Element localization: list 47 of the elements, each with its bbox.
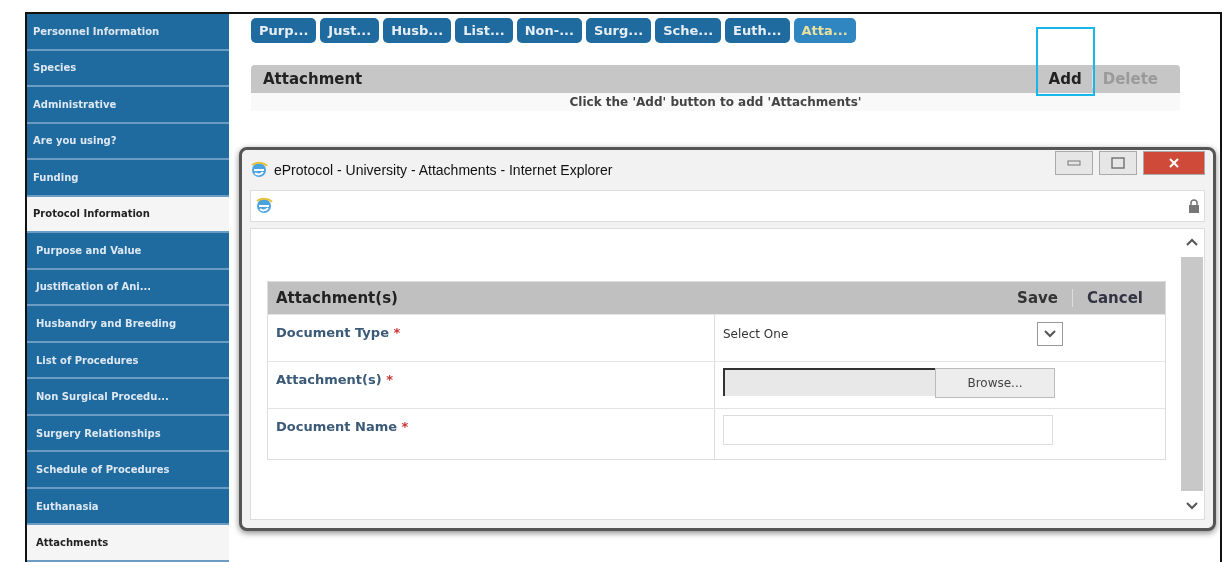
- form-title: Attachment(s): [276, 289, 399, 307]
- field-label: Document Type *: [268, 315, 715, 361]
- browse-button[interactable]: Browse...: [935, 368, 1055, 398]
- tab[interactable]: Atta...: [793, 18, 856, 43]
- sidebar-item[interactable]: Surgery Relationships: [27, 415, 229, 453]
- sidebar-item[interactable]: Justification of Ani...: [27, 269, 229, 307]
- tab[interactable]: Surg...: [586, 18, 652, 43]
- hint-message: Click the 'Add' button to add 'Attachments': [251, 93, 1180, 111]
- dropdown-caret-icon[interactable]: [1037, 322, 1063, 346]
- sidebar-item[interactable]: Administrative: [27, 87, 229, 124]
- add-link[interactable]: Add: [1038, 70, 1093, 88]
- page-icon: [255, 197, 273, 215]
- sidebar-item[interactable]: Species: [27, 50, 229, 88]
- tab[interactable]: Sche...: [655, 18, 722, 43]
- tab[interactable]: Purp...: [251, 18, 317, 43]
- scroll-down-icon[interactable]: [1185, 501, 1199, 511]
- chevron-down-icon[interactable]: [1043, 329, 1057, 339]
- sidebar-item[interactable]: Schedule of Procedures: [27, 452, 229, 489]
- tab[interactable]: Euth...: [725, 18, 790, 43]
- sidebar-item[interactable]: Protocol Information: [27, 196, 229, 234]
- document-type-select[interactable]: Select One: [723, 321, 1063, 347]
- scroll-up-icon[interactable]: [1185, 237, 1199, 247]
- lock-icon: [1188, 199, 1200, 213]
- sidebar-item[interactable]: Personnel Information: [27, 14, 229, 51]
- tab[interactable]: Husb...: [383, 18, 452, 43]
- browser-icon: [250, 161, 268, 179]
- sidebar-item[interactable]: Purpose and Value: [27, 233, 229, 270]
- sidebar-item[interactable]: Husbandry and Breeding: [27, 306, 229, 343]
- document-name-field[interactable]: [723, 415, 1053, 445]
- section-title: Attachment: [263, 70, 364, 88]
- close-icon[interactable]: [1143, 151, 1205, 175]
- save-link[interactable]: Save: [1003, 289, 1072, 307]
- sidebar-item[interactable]: Non Surgical Procedu...: [27, 379, 229, 416]
- file-path-field[interactable]: [723, 368, 935, 396]
- sidebar-item[interactable]: Euthanasia: [27, 488, 229, 526]
- sidebar-item[interactable]: Attachments: [27, 525, 229, 562]
- sidebar-item[interactable]: List of Procedures: [27, 342, 229, 380]
- window-title: eProtocol - University - Attachments - Internet Explorer: [274, 162, 614, 178]
- field-label: Document Name *: [268, 409, 715, 459]
- tab[interactable]: List...: [455, 18, 513, 43]
- tab[interactable]: Non-...: [516, 18, 582, 43]
- tab[interactable]: Just...: [320, 18, 380, 43]
- field-label: Attachment(s) *: [268, 362, 715, 408]
- sidebar-item[interactable]: Funding: [27, 160, 229, 197]
- maximize-icon[interactable]: [1099, 151, 1137, 175]
- cancel-link[interactable]: Cancel: [1072, 289, 1157, 307]
- sidebar-item[interactable]: Are you using?: [27, 123, 229, 161]
